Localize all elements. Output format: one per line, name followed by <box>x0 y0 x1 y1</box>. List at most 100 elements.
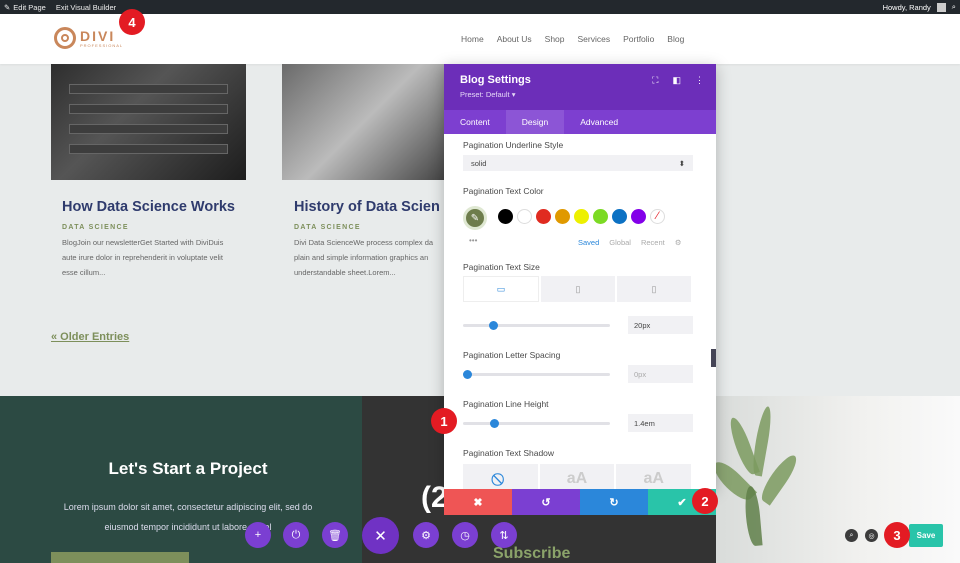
text-shadow-presets: ⃠ aA aA <box>463 464 693 489</box>
blog-post-card: History of Data Scien DATA SCIENCE Divi … <box>294 199 446 280</box>
post-image[interactable] <box>282 64 445 180</box>
letter-spacing-input[interactable]: 0px <box>628 365 693 383</box>
more-colors-icon[interactable]: ••• <box>469 236 477 245</box>
line-height-label: Pagination Line Height <box>463 399 549 409</box>
line-height-input[interactable]: 1.4em <box>628 414 693 432</box>
palette-tabs: Saved Global Recent ⚙ <box>578 238 691 247</box>
no-shadow-icon[interactable]: ⃠ <box>463 464 538 489</box>
history-button[interactable]: ◷ <box>452 522 478 548</box>
disable-button[interactable]: ⏻ <box>283 522 309 548</box>
panel-tabs: Content Design Advanced <box>444 110 716 134</box>
more-options-icon[interactable]: ⋮ <box>695 75 704 86</box>
color-swatch-red[interactable] <box>536 209 551 224</box>
eyedropper-color-picker[interactable]: ✎ <box>463 206 487 230</box>
older-entries-link[interactable]: « Older Entries <box>51 331 129 343</box>
post-category[interactable]: DATA SCIENCE <box>294 224 446 231</box>
panel-header[interactable]: Blog Settings Preset: Default ▾ ⛶ ◧ ⋮ <box>444 64 716 110</box>
color-swatch-purple[interactable] <box>631 209 646 224</box>
tablet-icon[interactable]: ▯ <box>541 276 615 302</box>
edit-page-label: Edit Page <box>13 2 46 12</box>
edit-page-link[interactable]: ✎ Edit Page <box>4 3 46 12</box>
text-size-slider[interactable] <box>463 321 610 330</box>
nav-portfolio[interactable]: Portfolio <box>623 34 654 44</box>
logo-name: DIVI <box>80 27 116 44</box>
phone-icon[interactable]: ▯ <box>617 276 691 302</box>
cta-button[interactable] <box>51 552 189 563</box>
nav-shop[interactable]: Shop <box>545 34 565 44</box>
blog-settings-panel: Blog Settings Preset: Default ▾ ⛶ ◧ ⋮ Co… <box>444 64 716 489</box>
close-builder-button[interactable]: ✕ <box>362 517 399 554</box>
gear-icon: ⚙ <box>421 529 431 542</box>
undo-icon: ↺ <box>541 496 551 509</box>
color-swatch-white[interactable] <box>517 209 532 224</box>
portability-button[interactable]: ⇅ <box>491 522 517 548</box>
greeting[interactable]: Howdy, Randy <box>883 3 931 12</box>
letter-spacing-slider[interactable] <box>463 370 610 379</box>
tab-advanced[interactable]: Advanced <box>564 110 634 134</box>
palette-tab-global[interactable]: Global <box>609 238 631 247</box>
color-swatch-black[interactable] <box>498 209 513 224</box>
text-size-input[interactable]: 20px <box>628 316 693 334</box>
underline-style-label: Pagination Underline Style <box>463 140 564 150</box>
slider-handle[interactable] <box>489 321 498 330</box>
panel-scrollbar[interactable] <box>711 349 716 367</box>
search-icon[interactable]: ⌕ <box>952 2 956 12</box>
tab-design[interactable]: Design <box>505 110 565 134</box>
gear-icon[interactable]: ⚙ <box>675 238 682 247</box>
callout-marker-1: 1 <box>431 408 457 434</box>
logo-mark-icon <box>54 27 76 49</box>
save-button[interactable]: Save <box>909 524 943 547</box>
post-category[interactable]: DATA SCIENCE <box>62 224 237 231</box>
undo-button[interactable]: ↺ <box>512 489 580 515</box>
palette-tab-recent[interactable]: Recent <box>641 238 665 247</box>
shadow-preset-2[interactable]: aA <box>616 464 692 489</box>
main-nav: Home About Us Shop Services Portfolio Bl… <box>461 34 697 44</box>
post-title[interactable]: How Data Science Works <box>62 199 237 216</box>
underline-style-value: solid <box>471 158 487 168</box>
post-image[interactable] <box>51 64 246 180</box>
color-swatch-orange[interactable] <box>555 209 570 224</box>
trash-icon: 🗑 <box>328 529 342 542</box>
letter-spacing-label: Pagination Letter Spacing <box>463 350 561 360</box>
desktop-icon[interactable]: ▭ <box>463 276 539 302</box>
select-arrows-icon: ⬍ <box>678 158 685 168</box>
nav-blog[interactable]: Blog <box>667 34 684 44</box>
color-swatch-green[interactable] <box>593 209 608 224</box>
slider-handle[interactable] <box>490 419 499 428</box>
avatar[interactable] <box>936 2 946 12</box>
zoom-icon[interactable]: ⌕ <box>845 529 858 542</box>
underline-style-select[interactable]: solid ⬍ <box>463 155 693 171</box>
layers-icon[interactable]: ◎ <box>865 529 878 542</box>
sort-arrows-icon: ⇅ <box>499 529 509 542</box>
split-view-icon[interactable]: ◧ <box>672 75 681 86</box>
logo[interactable]: DIVI PROFESSIONAL <box>54 27 123 49</box>
blog-post-card: How Data Science Works DATA SCIENCE Blog… <box>62 199 237 280</box>
nav-about-us[interactable]: About Us <box>497 34 532 44</box>
callout-marker-4: 4 <box>119 9 145 35</box>
cancel-button[interactable]: ✖ <box>444 489 512 515</box>
preset-selector[interactable]: Preset: Default ▾ <box>460 90 700 99</box>
delete-button[interactable]: 🗑 <box>322 522 348 548</box>
color-swatch-blue[interactable] <box>612 209 627 224</box>
palette-tab-saved[interactable]: Saved <box>578 238 599 247</box>
slider-handle[interactable] <box>463 370 472 379</box>
line-height-slider[interactable] <box>463 419 610 428</box>
post-title[interactable]: History of Data Scien <box>294 199 446 216</box>
redo-button[interactable]: ↻ <box>580 489 648 515</box>
nav-home[interactable]: Home <box>461 34 484 44</box>
callout-marker-3: 3 <box>884 522 910 548</box>
add-module-button[interactable]: + <box>245 522 271 548</box>
clock-icon: ◷ <box>460 529 470 542</box>
exit-visual-builder-link[interactable]: Exit Visual Builder <box>56 3 116 12</box>
shadow-preset-1[interactable]: aA <box>539 464 615 489</box>
fullscreen-icon[interactable]: ⛶ <box>652 75 658 86</box>
post-excerpt: Divi Data ScienceWe process complex da p… <box>294 238 434 277</box>
text-shadow-label: Pagination Text Shadow <box>463 448 555 458</box>
color-swatch-yellow[interactable] <box>574 209 589 224</box>
plus-icon: + <box>254 529 262 541</box>
tab-content[interactable]: Content <box>444 110 506 134</box>
no-color-icon[interactable]: ⁄ <box>650 209 665 224</box>
page-settings-button[interactable]: ⚙ <box>413 522 439 548</box>
close-icon: ✖ <box>473 496 483 509</box>
nav-services[interactable]: Services <box>578 34 611 44</box>
